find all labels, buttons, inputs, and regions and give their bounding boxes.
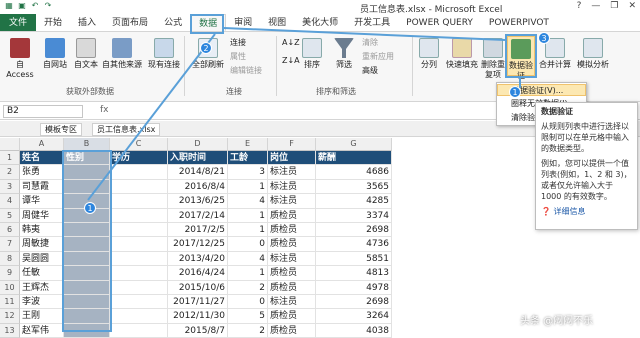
watermark: 头条 @闷闷不乐 <box>520 316 594 327</box>
callout-arrows <box>87 27 521 201</box>
step-badge-2: 2 <box>200 42 212 54</box>
arrow-line <box>87 33 216 201</box>
step-badge-3: 3 <box>538 32 550 44</box>
step-badge-1: 1 <box>84 202 96 214</box>
step-badge-4: 1 <box>509 86 521 98</box>
arrow-line <box>223 27 506 41</box>
